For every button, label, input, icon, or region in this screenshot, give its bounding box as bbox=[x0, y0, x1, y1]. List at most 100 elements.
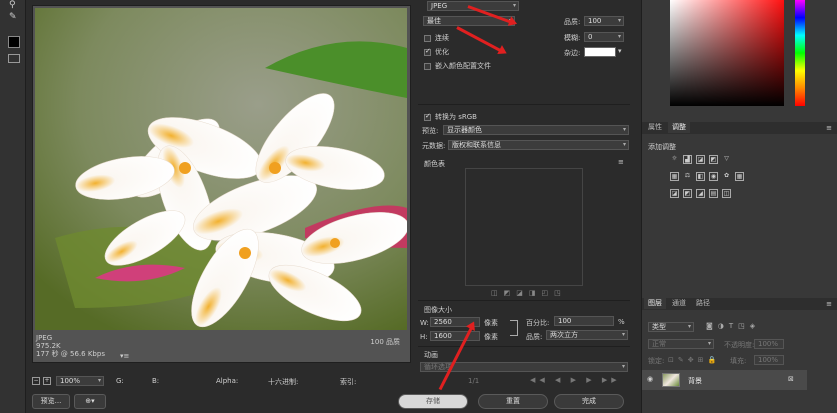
opacity-label: 不透明度: bbox=[724, 341, 755, 349]
tab-paths[interactable]: 路径 bbox=[692, 298, 714, 309]
blur-label: 模糊: bbox=[564, 34, 581, 42]
color-picker-field[interactable] bbox=[670, 0, 784, 106]
matte-label: 杂边: bbox=[564, 49, 581, 57]
posterize-icon[interactable]: ◩ bbox=[683, 189, 692, 198]
layer-row[interactable]: ◉ 背景 ⊠ bbox=[642, 370, 807, 390]
layer-lock-icon: ⊠ bbox=[788, 375, 794, 383]
photo-filter-icon[interactable]: ◉ bbox=[709, 172, 718, 181]
props-tabs: 属性 调整 ≡ bbox=[642, 122, 837, 134]
fill-input[interactable]: 100% bbox=[754, 355, 784, 365]
b-label: B: bbox=[152, 377, 160, 385]
hue-saturation-icon[interactable]: ▦ bbox=[670, 172, 679, 181]
matte-swatch[interactable] bbox=[584, 47, 616, 57]
layers-menu-icon[interactable]: ≡ bbox=[826, 300, 832, 308]
brightness-icon[interactable]: ☼ bbox=[670, 155, 679, 164]
info-speed: 177 秒 @ 56.6 Kbps bbox=[36, 350, 105, 358]
color-table-menu-icon[interactable]: ≡ bbox=[618, 158, 624, 166]
progressive-option[interactable]: 连续 bbox=[424, 33, 449, 43]
visibility-eye-icon[interactable]: ◉ bbox=[647, 375, 653, 383]
resample-label: 品质: bbox=[526, 333, 543, 341]
embed-profile-checkbox[interactable] bbox=[424, 62, 431, 70]
embed-profile-label: 嵌入颜色配置文件 bbox=[435, 62, 491, 70]
tab-adjustments[interactable]: 调整 bbox=[668, 122, 690, 133]
convert-srgb-option[interactable]: 转换为 sRGB bbox=[424, 112, 477, 122]
matte-dropdown-icon[interactable]: ▾ bbox=[618, 47, 622, 55]
g-label: G: bbox=[116, 377, 124, 385]
threshold-icon[interactable]: ◢ bbox=[696, 189, 705, 198]
color-balance-icon[interactable]: ⚖ bbox=[683, 172, 692, 181]
black-white-icon[interactable]: ◧ bbox=[696, 172, 705, 181]
percent-input[interactable]: 100 bbox=[554, 316, 614, 326]
hex-label: 十六进制: bbox=[268, 378, 299, 386]
exposure-icon[interactable]: ◩ bbox=[709, 155, 718, 164]
convert-srgb-label: 转换为 sRGB bbox=[435, 113, 477, 121]
tab-channels[interactable]: 通道 bbox=[668, 298, 690, 309]
left-toolbar: ⚲ ✎ bbox=[0, 0, 26, 413]
right-panel: 属性 调整 ≡ 添加调整 ☼ ▟ ◪ ◩ ▽ ▦ ⚖ ◧ ◉ ✿ ▦ ◪ ◩ ◢… bbox=[641, 0, 837, 413]
lock-icons[interactable]: ⊡✎✥⊞🔒 bbox=[668, 356, 720, 364]
optimized-option[interactable]: 优化 bbox=[424, 47, 449, 57]
vibrance-icon[interactable]: ▽ bbox=[722, 155, 731, 164]
divider-3 bbox=[418, 346, 630, 347]
channel-mixer-icon[interactable]: ✿ bbox=[722, 172, 731, 181]
speed-menu-icon[interactable]: ▾≡ bbox=[120, 352, 129, 360]
layer-name: 背景 bbox=[688, 377, 702, 385]
foreground-color-swatch[interactable] bbox=[8, 36, 20, 48]
zoom-out-icon[interactable]: − bbox=[32, 377, 40, 385]
animation-controls[interactable]: ◀◀ ◀ ▶ ▶ ▶▶ bbox=[530, 376, 621, 384]
color-table-label: 颜色表 bbox=[424, 160, 445, 168]
layer-kind-filter[interactable]: 类型 bbox=[648, 322, 694, 332]
eyedropper-tool-icon[interactable]: ✎ bbox=[9, 12, 17, 22]
panel-menu-icon[interactable]: ≡ bbox=[826, 124, 832, 132]
optimized-checkbox[interactable] bbox=[424, 47, 431, 56]
height-unit: 像素 bbox=[484, 333, 498, 341]
fill-label: 填充: bbox=[730, 357, 747, 365]
metadata-select[interactable]: 版权和联系信息 bbox=[448, 140, 629, 150]
animation-title: 动画 bbox=[424, 351, 438, 359]
width-label: W: bbox=[420, 319, 429, 327]
divider bbox=[418, 104, 630, 105]
embed-profile-option[interactable]: 嵌入颜色配置文件 bbox=[424, 61, 491, 71]
alpha-label: Alpha: bbox=[216, 377, 239, 385]
blur-select[interactable]: 0 bbox=[584, 32, 624, 42]
link-icon[interactable] bbox=[510, 320, 518, 336]
zoom-in-icon[interactable]: + bbox=[43, 377, 51, 385]
color-lookup-icon[interactable]: ▦ bbox=[735, 172, 744, 181]
add-adjustment-label: 添加调整 bbox=[648, 143, 676, 151]
quality-select[interactable]: 100 bbox=[584, 16, 624, 26]
blend-mode-select[interactable]: 正常 bbox=[648, 339, 714, 349]
percent-label: 百分比: bbox=[526, 319, 550, 327]
index-label: 索引: bbox=[340, 378, 357, 386]
color-table-tools[interactable]: ◫◩◪◨◰◳ bbox=[491, 289, 567, 297]
progressive-label: 连续 bbox=[435, 34, 449, 42]
height-label: H: bbox=[420, 333, 428, 341]
tab-properties[interactable]: 属性 bbox=[644, 122, 666, 133]
height-input[interactable]: 1600 bbox=[430, 331, 480, 341]
zoom-tool-icon[interactable]: ⚲ bbox=[9, 0, 16, 10]
color-table bbox=[465, 168, 583, 286]
info-quality: 100 品质 bbox=[370, 338, 400, 346]
selective-color-icon[interactable]: ◫ bbox=[722, 189, 731, 198]
lock-label: 锁定: bbox=[648, 357, 665, 365]
convert-srgb-checkbox[interactable] bbox=[424, 112, 431, 121]
opacity-input[interactable]: 100% bbox=[754, 339, 784, 349]
levels-icon[interactable]: ▟ bbox=[683, 155, 692, 164]
percent-unit: % bbox=[618, 318, 625, 326]
preview-select[interactable]: 显示器颜色 bbox=[443, 125, 629, 135]
preview-button[interactable]: 预览... bbox=[32, 394, 70, 409]
layer-filter-icons[interactable]: ◙◑T◳◈ bbox=[706, 322, 760, 330]
tab-layers[interactable]: 图层 bbox=[644, 298, 666, 309]
progressive-checkbox[interactable] bbox=[424, 34, 431, 42]
optimized-label: 优化 bbox=[435, 48, 449, 56]
toggle-slices-icon[interactable] bbox=[8, 54, 20, 63]
adjustment-icons: ☼ ▟ ◪ ◩ ▽ ▦ ⚖ ◧ ◉ ✿ ▦ ◪ ◩ ◢ ▤ ◫ bbox=[670, 155, 770, 205]
browser-select[interactable]: ⊕▾ bbox=[74, 394, 106, 409]
invert-icon[interactable]: ◪ bbox=[670, 189, 679, 198]
gradient-map-icon[interactable]: ▤ bbox=[709, 189, 718, 198]
curves-icon[interactable]: ◪ bbox=[696, 155, 705, 164]
hue-slider[interactable] bbox=[795, 0, 805, 106]
resample-select[interactable]: 两次立方 bbox=[546, 330, 628, 340]
zoom-select[interactable]: 100% bbox=[56, 376, 104, 386]
preview-label: 预览: bbox=[422, 127, 439, 135]
metadata-label: 元数据: bbox=[422, 142, 446, 150]
